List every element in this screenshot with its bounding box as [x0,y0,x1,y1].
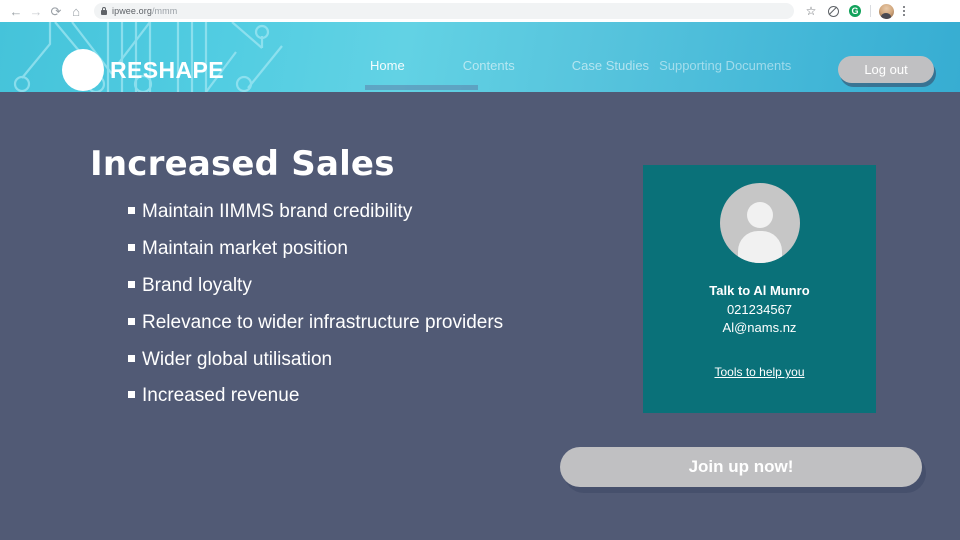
contact-card: Talk to Al Munro 021234567 Al@nams.nz To… [643,165,876,413]
list-item: Brand loyalty [128,274,648,297]
bullet-square-icon [128,207,137,214]
tools-to-help-you-link[interactable]: Tools to help you [643,365,876,379]
list-item-label: Increased revenue [142,385,300,407]
nav-item-home-label: Home [370,58,405,73]
bullet-square-icon [128,354,137,362]
list-item-label: Wider global utilisation [142,348,333,370]
site-navigation: Home Contents Case Studies Supporting Do… [365,58,791,90]
slide-content: Increased Sales Maintain IIMMS brand cre… [0,92,960,540]
bullet-square-icon [128,391,137,399]
list-item: Maintain IIMMS brand credibility [128,201,648,223]
nav-item-home[interactable]: Home [365,58,478,90]
list-item-label: Brand loyalty [142,274,252,296]
person-placeholder-icon [719,183,800,263]
toolbar-divider [870,5,871,17]
contact-email[interactable]: Al@nams.nz [643,320,876,335]
list-item-label: Relevance to wider infrastructure provid… [142,311,504,333]
site-header: RESHAPE Home Contents Case Studies Suppo… [0,22,960,92]
bullet-square-icon [128,243,137,251]
brand-logo[interactable]: RESHAPE [62,49,224,91]
toolbar-actions: ☆ G [800,1,911,21]
nav-item-supporting-documents[interactable]: Supporting Documents [659,58,791,77]
list-item: Maintain market position [128,237,648,260]
logout-button[interactable]: Log out [838,56,934,83]
bullet-list: Maintain IIMMS brand credibility Maintai… [128,201,648,423]
browser-toolbar: ← → ⟳ ⌂ ipwee.org/mmm ☆ G [0,0,960,22]
avatar[interactable] [875,1,897,21]
logout-button-label: Log out [864,62,908,77]
bullet-square-icon [128,317,137,325]
forward-arrow-icon[interactable]: → [26,1,46,21]
url-text: ipwee.org/mmm [112,6,178,16]
list-item-label: Maintain market position [142,237,348,259]
lock-icon [101,7,107,15]
contact-phone[interactable]: 021234567 [643,302,876,317]
google-account-icon[interactable]: G [844,1,866,21]
join-up-now-button-label: Join up now! [688,457,794,476]
list-item: Increased revenue [128,386,648,407]
nav-item-contents-label: Contents [462,58,515,73]
list-item-label: Maintain IIMMS brand credibility [142,201,413,222]
address-bar[interactable]: ipwee.org/mmm [94,3,794,19]
bullet-square-icon [128,280,137,288]
nav-item-supporting-documents-label: Supporting Documents [659,58,792,73]
nav-item-contents[interactable]: Contents [463,58,515,77]
home-icon[interactable]: ⌂ [66,1,86,21]
active-tab-underline [365,85,478,90]
list-item: Wider global utilisation [128,348,648,371]
list-item: Relevance to wider infrastructure provid… [128,311,648,334]
kebab-menu-icon[interactable] [897,1,911,21]
brand-name: RESHAPE [110,57,224,83]
brand-circle-icon [62,49,104,91]
reload-icon[interactable]: ⟳ [46,1,66,21]
nav-item-case-studies[interactable]: Case Studies [572,58,649,77]
star-icon[interactable]: ☆ [800,1,822,21]
nav-item-case-studies-label: Case Studies [571,58,650,73]
block-icon[interactable] [822,1,844,21]
back-arrow-icon[interactable]: ← [6,1,26,21]
page-title: Increased Sales [90,144,395,184]
join-up-now-button[interactable]: Join up now! [560,447,922,487]
contact-name: Talk to Al Munro [709,283,810,298]
